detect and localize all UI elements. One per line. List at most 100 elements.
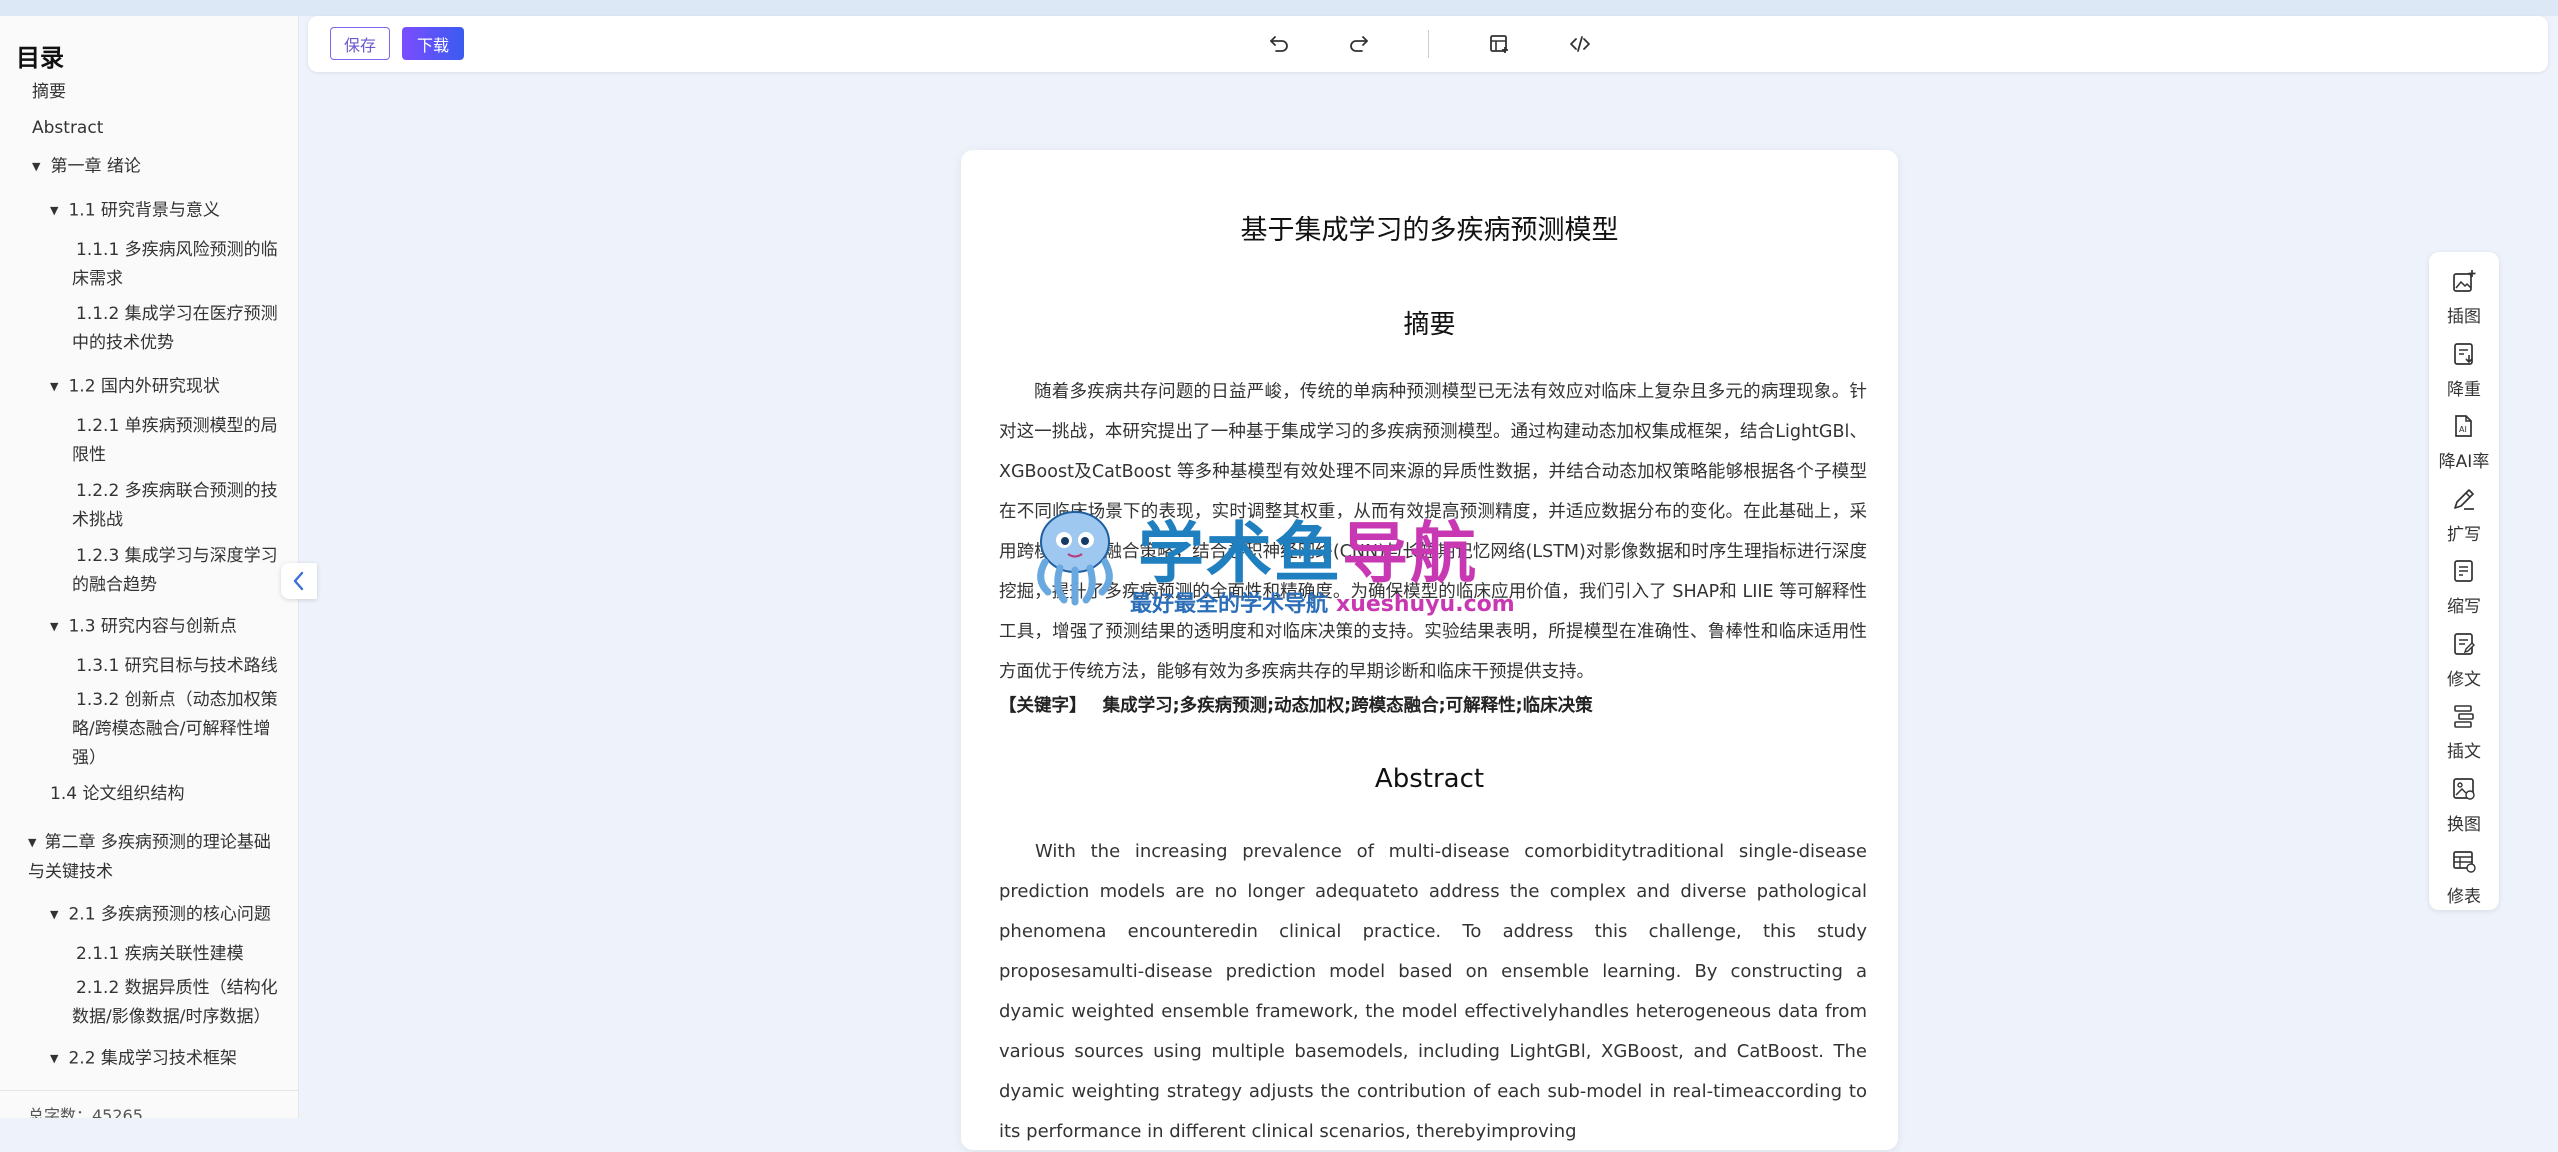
tool-expand-write[interactable]: 扩写	[2429, 478, 2499, 548]
caret-down-icon[interactable]: ▼	[50, 372, 58, 401]
ai-tools-panel: 插图 降重 AI 降AI率 扩写 缩写 修文 插文 换图 修表	[2429, 252, 2499, 910]
caret-down-icon[interactable]: ▼	[50, 1044, 58, 1073]
caret-down-icon[interactable]: ▼	[50, 196, 58, 225]
collapse-sidebar-button[interactable]	[281, 563, 317, 599]
toc-item-label: 1.3 研究内容与创新点	[68, 616, 237, 637]
tool-revise[interactable]: 修文	[2429, 623, 2499, 693]
abstract-en-heading: Abstract	[1374, 764, 1485, 794]
toc-item-1-2-1[interactable]: 1.2.1 单疾病预测模型的局限性	[72, 412, 284, 470]
keywords-label: 【关键字】	[999, 696, 1087, 716]
caret-down-icon[interactable]: ▼	[28, 828, 36, 857]
toc-item-label: 2.1 多疾病预测的核心问题	[68, 904, 271, 925]
toc-item-1-2-3[interactable]: 1.2.3 集成学习与深度学习的融合趋势	[72, 542, 284, 600]
toc-item-label: 2.2 集成学习技术框架	[68, 1048, 237, 1069]
tool-label: 插文	[2447, 742, 2481, 762]
shorten-icon	[2454, 560, 2473, 582]
toc-item-abstract-cn[interactable]: 摘要	[32, 78, 66, 107]
insert-table-button[interactable]	[1484, 28, 1516, 60]
toc-item-1-2-2[interactable]: 1.2.2 多疾病联合预测的技术挑战	[72, 477, 284, 535]
replace-image-icon	[2453, 778, 2475, 800]
tool-insert-text[interactable]: 插文	[2429, 695, 2499, 765]
keywords-line: 【关键字】 集成学习;多疾病预测;动态加权;跨模态融合;可解释性;临床决策	[999, 692, 1593, 717]
abstract-en-paragraph: With the increasing prevalence of multi-…	[999, 841, 1867, 1142]
tool-reduce-duplicate[interactable]: 降重	[2429, 333, 2499, 403]
toolbar-divider	[1428, 30, 1429, 58]
toc-item-2-2[interactable]: ▼ 2.2 集成学习技术框架	[50, 1044, 237, 1074]
tool-shorten[interactable]: 缩写	[2429, 550, 2499, 620]
redo-icon	[1350, 36, 1368, 52]
tool-label: 修表	[2447, 887, 2481, 907]
toc-item-label: 1.2.3 集成学习与深度学习的融合趋势	[72, 546, 278, 595]
toc-item-label: 1.2.1 单疾病预测模型的局限性	[72, 416, 278, 465]
tool-insert-image[interactable]: 插图	[2429, 260, 2499, 330]
toc-item-label: 2.1.2 数据异质性（结构化数据/影像数据/时序数据）	[72, 978, 278, 1027]
toc-item-2-1-2[interactable]: 2.1.2 数据异质性（结构化数据/影像数据/时序数据）	[72, 974, 284, 1032]
download-button[interactable]: 下载	[402, 27, 464, 60]
toc-item-1-2[interactable]: ▼ 1.2 国内外研究现状	[50, 372, 220, 402]
toc-item-label: 第一章 绪论	[50, 156, 141, 177]
toc-item-1-1-2[interactable]: 1.1.2 集成学习在医疗预测中的技术优势	[72, 300, 284, 358]
toc-item-1-1[interactable]: ▼ 1.1 研究背景与意义	[50, 196, 220, 226]
toc-item-1-3-1[interactable]: 1.3.1 研究目标与技术路线	[72, 652, 284, 681]
toc-item-label: 1.2 国内外研究现状	[68, 376, 220, 397]
tool-label: 插图	[2447, 307, 2481, 327]
insert-image-icon	[2453, 270, 2476, 292]
divider	[0, 1090, 298, 1091]
save-button[interactable]: 保存	[330, 27, 390, 60]
toc-item-label: 1.1.2 集成学习在医疗预测中的技术优势	[72, 304, 278, 353]
toc-item-label: 2.1.1 疾病关联性建模	[76, 944, 244, 964]
toc-item-2-1-1[interactable]: 2.1.1 疾病关联性建模	[72, 940, 284, 969]
toc-item-1-1-1[interactable]: 1.1.1 多疾病风险预测的临床需求	[72, 236, 284, 294]
toc-item-label: 1.2.2 多疾病联合预测的技术挑战	[72, 481, 278, 530]
toc-item-label: 1.4 论文组织结构	[50, 784, 185, 804]
code-button[interactable]	[1564, 28, 1596, 60]
toc-item-chapter-2[interactable]: ▼ 第二章 多疾病预测的理论基础与关键技术	[28, 828, 284, 887]
tool-edit-table[interactable]: 修表	[2429, 840, 2499, 910]
toc-item-chapter-1[interactable]: ▼ 第一章 绪论	[32, 152, 141, 182]
toc-item-label: 1.3.2 创新点（动态加权策略/跨模态融合/可解释性增强）	[72, 690, 278, 768]
revise-icon	[2454, 633, 2475, 655]
chevron-left-icon	[293, 571, 304, 591]
caret-down-icon[interactable]: ▼	[50, 612, 58, 641]
toc-item-1-4[interactable]: 1.4 论文组织结构	[50, 780, 184, 809]
toc-item-label: 摘要	[32, 82, 66, 102]
tool-label: 扩写	[2447, 525, 2481, 545]
edit-table-icon	[2453, 851, 2476, 873]
toc-item-1-3[interactable]: ▼ 1.3 研究内容与创新点	[50, 612, 237, 642]
undo-icon	[1270, 36, 1288, 52]
toc-item-label: 1.3.1 研究目标与技术路线	[76, 656, 278, 676]
caret-down-icon[interactable]: ▼	[50, 900, 58, 929]
tool-reduce-ai[interactable]: AI 降AI率	[2429, 405, 2499, 475]
code-icon	[1570, 36, 1590, 52]
table-add-icon	[1490, 35, 1508, 53]
toc-item-label: Abstract	[32, 118, 104, 138]
tool-label: 降重	[2447, 380, 2481, 400]
abstract-cn-heading: 摘要	[1403, 310, 1456, 340]
tool-label: 换图	[2447, 815, 2481, 835]
toc-item-label: 1.1.1 多疾病风险预测的临床需求	[72, 240, 278, 289]
document-page[interactable]: 基于集成学习的多疾病预测模型 摘要 随着多疾病共存问题的日益严峻，传统的单病种预…	[961, 150, 1898, 1150]
toc-item-1-3-2[interactable]: 1.3.2 创新点（动态加权策略/跨模态融合/可解释性增强）	[72, 686, 284, 773]
toc-item-label: 第二章 多疾病预测的理论基础与关键技术	[28, 832, 271, 882]
document-title: 基于集成学习的多疾病预测模型	[1240, 215, 1619, 246]
toc-item-2-1[interactable]: ▼ 2.1 多疾病预测的核心问题	[50, 900, 271, 930]
toc-title: 目录	[16, 44, 64, 72]
expand-write-icon	[2454, 489, 2474, 510]
keywords-value: 集成学习;多疾病预测;动态加权;跨模态融合;可解释性;临床决策	[1102, 696, 1593, 716]
tool-replace-image[interactable]: 换图	[2429, 768, 2499, 838]
reduce-duplicate-icon	[2454, 343, 2473, 365]
redo-button[interactable]	[1343, 28, 1375, 60]
top-strip	[0, 0, 2558, 16]
svg-text:AI: AI	[2459, 425, 2467, 434]
toc-item-abstract-en[interactable]: Abstract	[32, 114, 103, 143]
insert-text-icon	[2454, 705, 2474, 728]
tool-label: 修文	[2447, 670, 2481, 690]
toc-item-label: 1.1 研究背景与意义	[68, 200, 220, 221]
word-count: 总字数：45265	[28, 1106, 143, 1118]
abstract-cn-paragraph: 随着多疾病共存问题的日益严峻，传统的单病种预测模型已无法有效应对临床上复杂且多元…	[999, 382, 1867, 682]
tool-label: 降AI率	[2438, 452, 2490, 472]
tool-label: 缩写	[2447, 597, 2481, 617]
caret-down-icon[interactable]: ▼	[32, 152, 40, 181]
reduce-ai-icon: AI	[2455, 415, 2472, 437]
undo-button[interactable]	[1263, 28, 1295, 60]
